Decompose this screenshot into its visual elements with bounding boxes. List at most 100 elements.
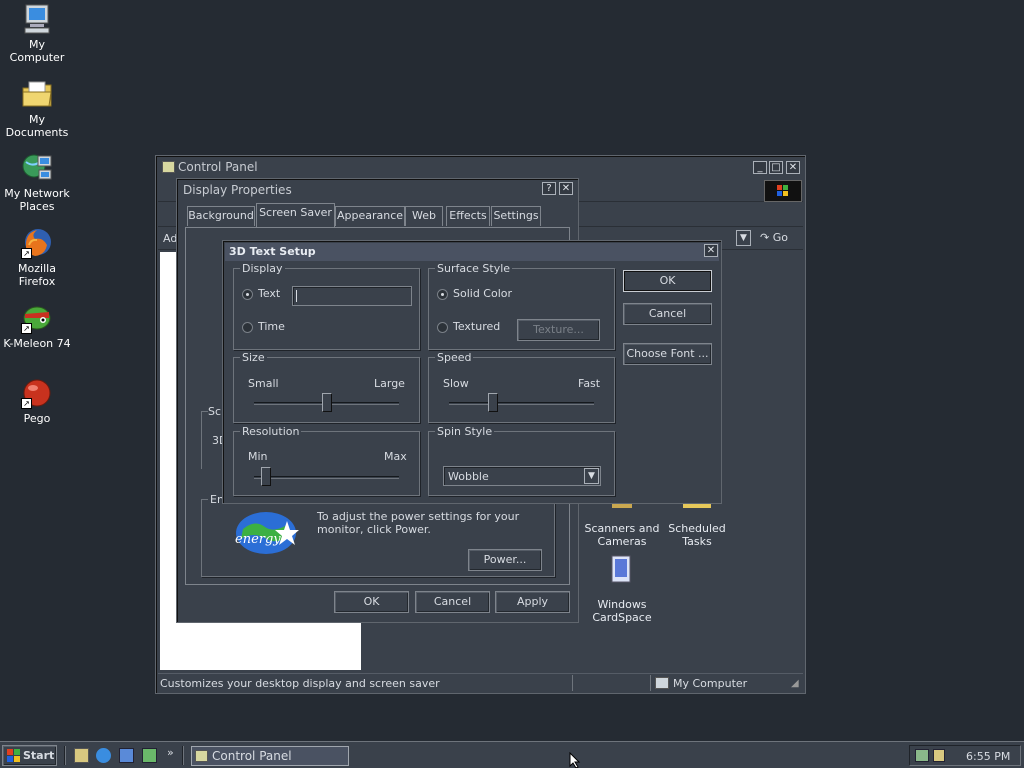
resolution-slider-thumb[interactable] <box>260 467 271 486</box>
power-button[interactable]: Power... <box>468 549 542 571</box>
media-icon[interactable] <box>142 748 157 763</box>
address-dropdown-button[interactable]: ▼ <box>736 230 751 246</box>
speed-min-label: Slow <box>443 377 469 390</box>
mouse-cursor-icon <box>569 751 581 768</box>
help-button[interactable]: ? <box>542 182 556 195</box>
status-zone: My Computer <box>673 677 748 690</box>
desktop-icon-label: Pego <box>23 412 51 425</box>
ok-button[interactable]: OK <box>623 270 712 292</box>
go-button[interactable]: ↷ Go <box>760 230 800 247</box>
status-text: Customizes your desktop display and scre… <box>160 677 440 690</box>
time-radio[interactable] <box>242 322 253 333</box>
textured-label: Textured <box>453 320 501 333</box>
surface-style-group: Surface Style Solid Color Textured Textu… <box>428 262 615 350</box>
speed-slider-thumb[interactable] <box>487 393 498 412</box>
textured-radio[interactable] <box>437 322 448 333</box>
text-input[interactable] <box>292 286 412 306</box>
ok-button[interactable]: OK <box>334 591 409 613</box>
choose-font-button[interactable]: Choose Font ... <box>623 343 712 365</box>
control-panel-small-icon <box>195 750 208 762</box>
text-radio[interactable] <box>242 289 253 300</box>
quicklaunch-divider <box>182 746 184 765</box>
text-radio-label: Text <box>258 287 281 300</box>
spin-style-value: Wobble <box>448 470 489 483</box>
shortcut-arrow-icon: ↗ <box>21 398 32 409</box>
status-divider <box>572 675 573 691</box>
item-windows-cardspace[interactable]: Windows CardSpace <box>584 554 660 624</box>
desktop-icon-my-computer[interactable]: My Computer <box>0 3 74 64</box>
desktop-icon-my-documents[interactable]: My Documents <box>0 78 74 139</box>
spin-style-select[interactable]: Wobble ▼ <box>443 466 601 486</box>
spin-style-group: Spin Style Wobble ▼ <box>428 425 615 496</box>
shortcut-arrow-icon: ↗ <box>21 248 32 259</box>
tab-web[interactable]: Web <box>405 206 443 226</box>
desktop-icon-k-meleon[interactable]: ↗ K-Meleon 74 <box>0 302 74 350</box>
close-button[interactable]: ✕ <box>786 161 800 174</box>
solid-color-radio[interactable] <box>437 289 448 300</box>
desktop-icon-my-network-places[interactable]: My Network Places <box>0 152 74 213</box>
close-button[interactable]: ✕ <box>559 182 573 195</box>
ie-icon[interactable] <box>96 748 111 763</box>
control-panel-titlebar[interactable]: Control Panel <box>158 158 803 176</box>
desktop-icon-label: My Network Places <box>4 187 70 213</box>
folder-icon <box>21 78 53 110</box>
resolution-group: Resolution Min Max <box>233 425 420 496</box>
close-button[interactable]: ✕ <box>704 244 718 257</box>
start-button[interactable]: Start <box>2 745 57 766</box>
desktop-icon-mozilla-firefox[interactable]: ↗ Mozilla Firefox <box>0 227 74 288</box>
show-desktop-icon[interactable] <box>74 748 89 763</box>
tab-effects[interactable]: Effects <box>446 206 490 226</box>
text-caret <box>296 290 297 302</box>
go-arrow-icon: ↷ <box>760 231 770 244</box>
texture-button[interactable]: Texture... <box>517 319 600 341</box>
display-properties-titlebar[interactable]: Display Properties <box>179 181 576 199</box>
screensaver-group: Sc 3D <box>201 405 227 469</box>
maximize-button[interactable]: □ <box>769 161 783 174</box>
speed-max-label: Fast <box>578 377 601 390</box>
desktop-icon-label: My Documents <box>5 113 69 139</box>
tab-screen-saver[interactable]: Screen Saver <box>256 203 335 227</box>
tab-background[interactable]: Background <box>187 206 255 226</box>
taskbar: Start » Control Panel 6:55 PM <box>0 741 1024 768</box>
resolution-slider-track[interactable] <box>254 476 399 479</box>
computer-icon <box>21 3 53 35</box>
3d-text-setup-titlebar[interactable]: 3D Text Setup <box>225 243 719 261</box>
cardspace-icon <box>610 554 634 584</box>
desktop-icon-pego[interactable]: ↗ Pego <box>0 377 74 425</box>
dialog-title: 3D Text Setup <box>229 245 316 258</box>
chevron-down-icon[interactable]: ▼ <box>584 468 599 484</box>
quicklaunch-more-icon[interactable]: » <box>167 746 174 759</box>
size-max-label: Large <box>374 377 405 390</box>
size-group: Size Small Large <box>233 351 420 423</box>
energy-logo-text: energy <box>235 532 281 547</box>
taskbar-item-control-panel[interactable]: Control Panel <box>191 746 349 766</box>
item-label: Scheduled Tasks <box>668 522 726 548</box>
item-label: Windows CardSpace <box>592 598 652 624</box>
pego-icon: ↗ <box>21 377 53 409</box>
size-slider-thumb[interactable] <box>321 393 332 412</box>
desktop-icon-label: My Computer <box>9 38 65 64</box>
speed-slider-track[interactable] <box>449 402 594 405</box>
energy-star-logo: energy <box>229 511 304 556</box>
desktop-icon-label: K-Meleon 74 <box>3 337 71 350</box>
speed-group: Speed Slow Fast <box>428 351 615 423</box>
network-tray-icon[interactable] <box>915 749 929 762</box>
apply-button[interactable]: Apply <box>495 591 570 613</box>
energy-group: En energy To adjust the power settings f… <box>201 493 555 577</box>
start-label: Start <box>23 749 55 762</box>
cancel-button[interactable]: Cancel <box>415 591 490 613</box>
minimize-button[interactable]: _ <box>753 161 767 174</box>
resolution-group-label: Resolution <box>240 425 302 438</box>
taskbar-item-label: Control Panel <box>212 749 292 763</box>
firefox-icon: ↗ <box>21 227 53 259</box>
network-icon <box>21 152 53 184</box>
printer-tray-icon[interactable] <box>933 749 945 762</box>
cancel-button[interactable]: Cancel <box>623 303 712 325</box>
outlook-icon[interactable] <box>119 748 134 763</box>
energy-description: To adjust the power settings for your mo… <box>317 510 520 536</box>
system-tray: 6:55 PM <box>909 745 1021 766</box>
tab-appearance[interactable]: Appearance <box>335 206 405 226</box>
desktop-icon-label: Mozilla Firefox <box>18 262 56 288</box>
tab-settings[interactable]: Settings <box>491 206 541 226</box>
resize-grip-icon[interactable]: ◢ <box>791 678 799 689</box>
